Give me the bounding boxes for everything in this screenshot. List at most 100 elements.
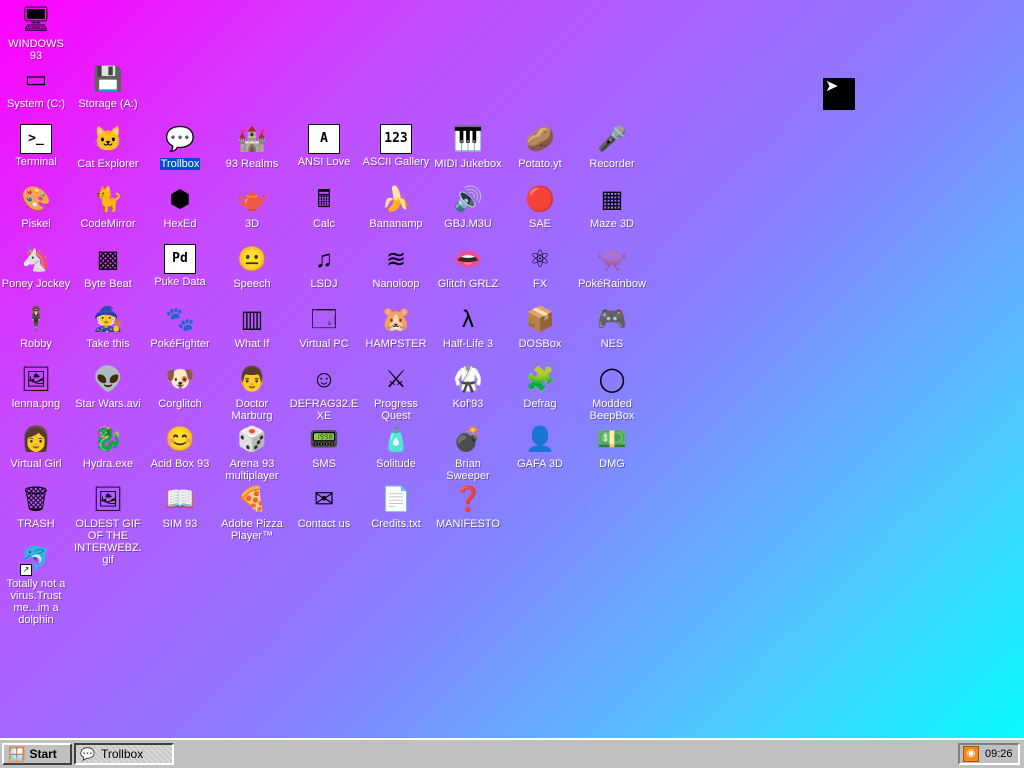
desktop-icon-poney-jockey[interactable]: 🦄 Poney Jockey — [0, 244, 72, 290]
doctor-marburg-icon: 👨 — [237, 366, 267, 393]
desktop-icon-cat-explorer[interactable]: 🐱 Cat Explorer — [72, 124, 144, 170]
desktop-icon-gbj-m3u[interactable]: 🔊 GBJ.M3U — [432, 184, 504, 230]
brian-sweeper-icon: 💣 — [453, 426, 483, 453]
desktop-icon-ansi-love[interactable]: A ANSI Love — [288, 124, 360, 168]
desktop-icon-defrag32-exe[interactable]: ☺ DEFRAG32.EXE — [288, 364, 360, 422]
desktop-icon-byte-beat[interactable]: ▩ Byte Beat — [72, 244, 144, 290]
desktop-icon-contact-us[interactable]: ✉ Contact us — [288, 484, 360, 530]
desktop-icon-what-if[interactable]: ▥ What If — [216, 304, 288, 350]
nanoloop-icon: ≋ — [385, 246, 407, 273]
desktop-icon-label: GAFA 3D — [517, 458, 563, 470]
desktop-icon-nanoloop[interactable]: ≋ Nanoloop — [360, 244, 432, 290]
desktop-icon-dosbox[interactable]: 📦 DOSBox — [504, 304, 576, 350]
desktop-icon-label: Cat Explorer — [77, 158, 139, 170]
desktop-icon-glitch-grlz[interactable]: 👄 Glitch GRLZ — [432, 244, 504, 290]
dmg-icon: 💵 — [597, 426, 627, 453]
desktop-icon-pok-rainbow[interactable]: 👾 PokéRainbow — [576, 244, 648, 290]
desktop-icon-nes[interactable]: 🎮 NES — [576, 304, 648, 350]
desktop-icon-trash[interactable]: 🗑 TRASH — [0, 484, 72, 530]
desktop-icon-hydra-exe[interactable]: 🐉 Hydra.exe — [72, 424, 144, 470]
desktop-icon-take-this[interactable]: 🧙 Take this — [72, 304, 144, 350]
desktop-icon-sim-93[interactable]: 📖 SIM 93 — [144, 484, 216, 530]
desktop-icon-progress-quest[interactable]: ⚔ Progress Quest — [360, 364, 432, 422]
desktop-icon-calc[interactable]: 🖩 Calc — [288, 184, 360, 230]
rss-icon[interactable]: ◉ — [963, 746, 979, 762]
start-button[interactable]: 🪟 Start — [2, 743, 72, 765]
desktop[interactable]: 🖥 WINDOWS 93 ▭ System (C:) 💾 Storage (A:) >_ Te… — [0, 0, 1024, 738]
desktop-icon-93-realms[interactable]: 🏰 93 Realms — [216, 124, 288, 170]
desktop-icon-speech[interactable]: 😐 Speech — [216, 244, 288, 290]
desktop-icon-storage-a[interactable]: 💾 Storage (A:) — [72, 64, 144, 110]
desktop-icon-ascii-gallery[interactable]: 123 ASCII Gallery — [360, 124, 432, 168]
desktop-icon-trollbox[interactable]: 💬 Trollbox — [144, 124, 216, 170]
desktop-icon-label: Bananamp — [369, 218, 423, 230]
desktop-icon-hampster[interactable]: 🐹 HAMPSTER — [360, 304, 432, 350]
desktop-icon-solitude[interactable]: 🧴 Solitude — [360, 424, 432, 470]
desktop-icon-label: NES — [600, 338, 624, 350]
recorder-icon: 🎤 — [597, 126, 627, 153]
puke-data-icon: Pd — [164, 244, 196, 274]
desktop-icon-adobe-pizza-player[interactable]: 🍕 Adobe Pizza Player™ — [216, 484, 288, 542]
desktop-icon-label: Poney Jockey — [1, 278, 71, 290]
contact-us-icon: ✉ — [313, 486, 335, 513]
desktop-icon-label: HexEd — [163, 218, 197, 230]
desktop-icon-dmg[interactable]: 💵 DMG — [576, 424, 648, 470]
desktop-icon-label: MANIFESTO — [436, 518, 500, 530]
desktop-icon-label: LSDJ — [310, 278, 338, 290]
desktop-icon-pok-fighter[interactable]: 🐾 PokéFighter — [144, 304, 216, 350]
desktop-icon-totally-not-a-virus-trust-me-im-a-dolphin[interactable]: 🐬 ↗ Totally not a virus.Trust me...im a do… — [0, 544, 72, 626]
desktop-icon-robby[interactable]: 🕴 Robby — [0, 304, 72, 350]
desktop-icon-sae[interactable]: 🔴 SAE — [504, 184, 576, 230]
desktop-icon-label: ASCII Gallery — [362, 156, 430, 168]
desktop-icon-lsdj[interactable]: ♫ LSDJ — [288, 244, 360, 290]
desktop-icon-label: Brian Sweeper — [446, 458, 490, 482]
arena-93-multiplayer-icon: 🎲 — [237, 426, 267, 453]
desktop-icon-system-c[interactable]: ▭ System (C:) — [0, 64, 72, 110]
desktop-icon-bananamp[interactable]: 🍌 Bananamp — [360, 184, 432, 230]
desktop-icon-label: HAMPSTER — [365, 338, 427, 350]
desktop-icon-label: Doctor Marburg — [231, 398, 273, 422]
what-if-icon: ▥ — [240, 306, 264, 333]
desktop-icon-star-wars-avi[interactable]: 👽 Star Wars.avi — [72, 364, 144, 410]
desktop-icon-label: SIM 93 — [162, 518, 198, 530]
desktop-icon-hexed[interactable]: ⬢ HexEd — [144, 184, 216, 230]
taskbar-item-label: Trollbox — [100, 747, 144, 761]
desktop-icon-oldest-gif-of-the-interwebz-gif[interactable]: 🖼 OLDEST GIF OF THE INTERWEBZ.gif — [72, 484, 144, 566]
desktop-icon-3d[interactable]: 🫖 3D — [216, 184, 288, 230]
ansi-love-icon: A — [308, 124, 340, 154]
desktop-icon-label: Credits.txt — [371, 518, 421, 530]
desktop-icon-kof-93[interactable]: 🥋 Kof'93 — [432, 364, 504, 410]
desktop-icon-windows-93[interactable]: 🖥 WINDOWS 93 — [0, 4, 72, 62]
desktop-icon-manifesto[interactable]: ❓ MANIFESTO — [432, 484, 504, 530]
taskbar-item-trollbox[interactable]: 💬 Trollbox — [74, 743, 174, 765]
adobe-pizza-player-icon: 🍕 — [237, 486, 267, 513]
desktop-icon-midi-jukebox[interactable]: 🎹 MIDI Jukebox — [432, 124, 504, 170]
desktop-icon-arena-93-multiplayer[interactable]: 🎲 Arena 93 multiplayer — [216, 424, 288, 482]
desktop-icon-corglitch[interactable]: 🐶 Corglitch — [144, 364, 216, 410]
desktop-icon-codemirror[interactable]: 🐈 CodeMirror — [72, 184, 144, 230]
desktop-icon-label: Star Wars.avi — [75, 398, 141, 410]
desktop-icon-potato-yt[interactable]: 🥔 Potato.yt — [504, 124, 576, 170]
potato-yt-icon: 🥔 — [525, 126, 555, 153]
desktop-icon-maze-3d[interactable]: ▦ Maze 3D — [576, 184, 648, 230]
desktop-icon-acid-box-93[interactable]: 😊 Acid Box 93 — [144, 424, 216, 470]
desktop-icon-virtual-girl[interactable]: 👩 Virtual Girl — [0, 424, 72, 470]
desktop-icon-credits-txt[interactable]: 📄 Credits.txt — [360, 484, 432, 530]
desktop-icon-lenna-png[interactable]: 🖼 lenna.png — [0, 364, 72, 410]
desktop-icon-half-life-3[interactable]: λ Half-Life 3 — [432, 304, 504, 350]
desktop-icon-recorder[interactable]: 🎤 Recorder — [576, 124, 648, 170]
desktop-icon-piskel[interactable]: 🎨 Piskel — [0, 184, 72, 230]
desktop-icon-virtual-pc[interactable]: 🗔 Virtual PC — [288, 304, 360, 350]
desktop-icon-modded-beepbox[interactable]: ◯ Modded BeepBox — [576, 364, 648, 422]
desktop-icon-brian-sweeper[interactable]: 💣 Brian Sweeper — [432, 424, 504, 482]
desktop-icon-sms[interactable]: 📟 SMS — [288, 424, 360, 470]
desktop-icon-label: 93 Realms — [225, 158, 279, 170]
desktop-icon-doctor-marburg[interactable]: 👨 Doctor Marburg — [216, 364, 288, 422]
desktop-icon-puke-data[interactable]: Pd Puke Data — [144, 244, 216, 288]
desktop-icon-gafa-3d[interactable]: 👤 GAFA 3D — [504, 424, 576, 470]
desktop-icon-terminal[interactable]: >_ Terminal — [0, 124, 72, 168]
storage-a-icon: 💾 — [93, 66, 123, 93]
desktop-icon-fx[interactable]: ⚛ FX — [504, 244, 576, 290]
desktop-icon-defrag[interactable]: 🧩 Defrag — [504, 364, 576, 410]
clock: 09:26 — [985, 748, 1013, 760]
